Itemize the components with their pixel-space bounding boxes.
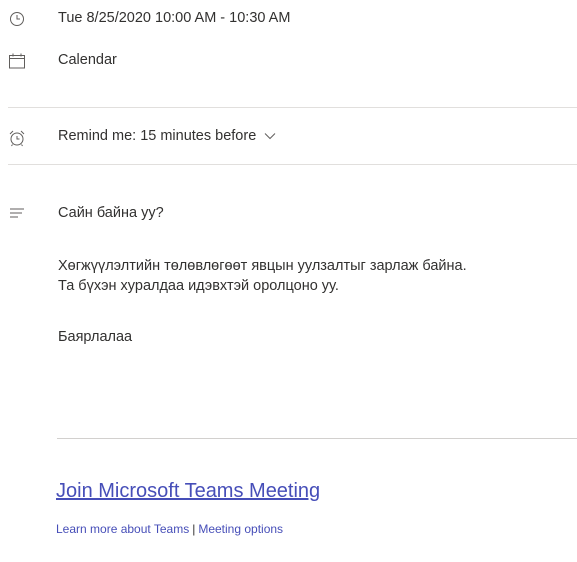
- join-teams-meeting-link[interactable]: Join Microsoft Teams Meeting: [56, 480, 320, 503]
- chevron-down-icon: [264, 128, 276, 144]
- reminder-dropdown[interactable]: Remind me: 15 minutes before: [58, 128, 276, 144]
- divider-top: [8, 107, 577, 108]
- message-line-2: Та бүхэн хуралдаа идэвхтэй оролцоно уу.: [58, 278, 339, 294]
- meeting-options-link[interactable]: Meeting options: [198, 522, 283, 536]
- message-greeting: Сайн байна уу?: [58, 205, 164, 221]
- learn-more-teams-link[interactable]: Learn more about Teams: [56, 522, 189, 536]
- message-signoff: Баярлалаа: [58, 329, 133, 345]
- alarm-clock-icon: [8, 129, 26, 147]
- text-lines-icon: [8, 204, 26, 222]
- event-datetime: Tue 8/25/2020 10:00 AM - 10:30 AM: [58, 10, 291, 26]
- teams-footer-links: Learn more about Teams | Meeting options: [56, 522, 283, 536]
- teams-divider: [57, 438, 577, 439]
- message-line-1: Хөгжүүлэлтийн төлөвлөгөөт явцын уулзалты…: [58, 258, 467, 274]
- divider-middle: [8, 164, 577, 165]
- reminder-label: Remind me: 15 minutes before: [58, 128, 257, 144]
- calendar-icon: [8, 52, 26, 70]
- event-calendar-name: Calendar: [58, 52, 117, 68]
- footer-separator: |: [192, 522, 196, 536]
- clock-icon: [8, 10, 26, 28]
